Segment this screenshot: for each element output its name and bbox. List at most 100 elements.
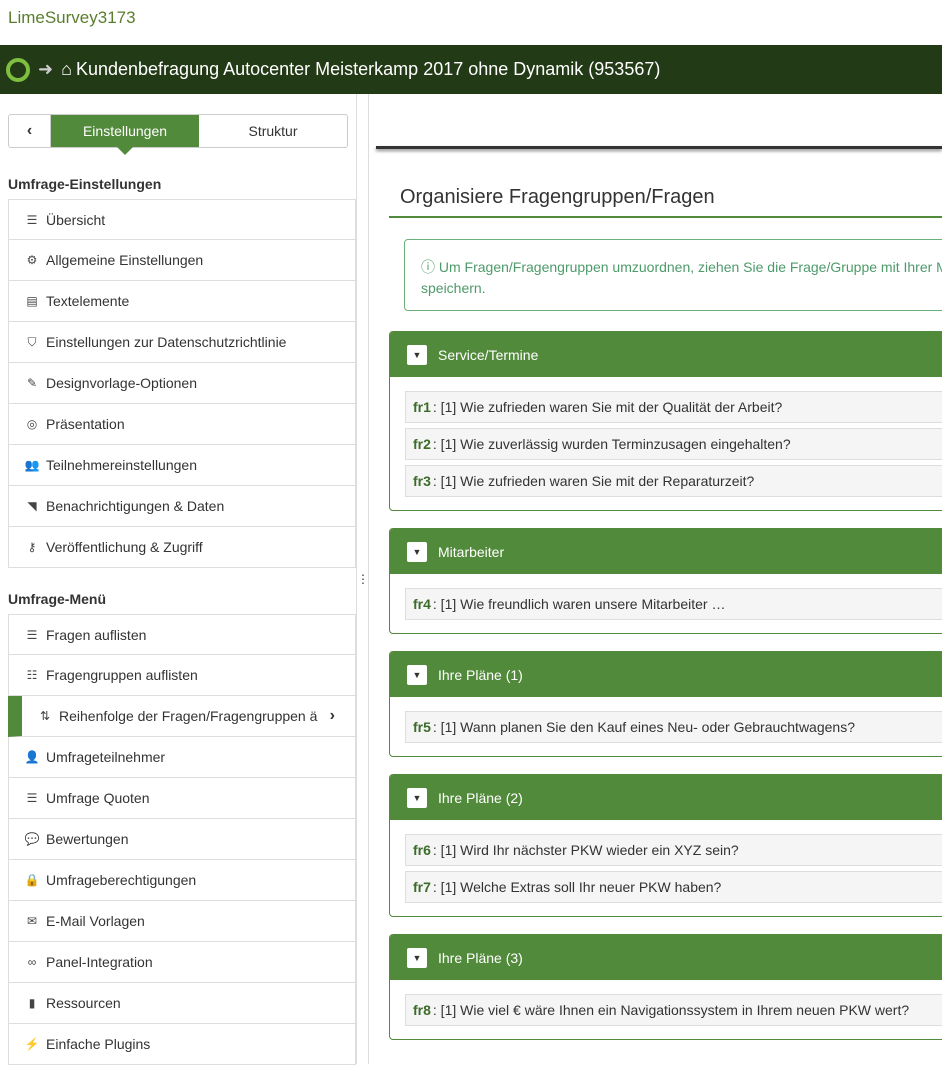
question-group[interactable]: ▼ Ihre Pläne (1) fr5: [1] Wann planen Sie … xyxy=(389,651,942,757)
toggle-group-button[interactable]: ▼ xyxy=(407,787,427,808)
group-body: fr1: [1] Wie zufrieden waren Sie mit der… xyxy=(390,377,942,510)
shield-icon: ⛉ xyxy=(27,334,37,349)
collapse-sidebar-button[interactable]: ‹ xyxy=(9,115,51,147)
question-item[interactable]: fr8: [1] Wie viel € wäre Ihnen ein Navig… xyxy=(405,994,942,1026)
question-code: fr4 xyxy=(413,596,431,612)
question-item[interactable]: fr3: [1] Wie zufrieden waren Sie mit der… xyxy=(405,465,942,497)
question-item[interactable]: fr7: [1] Welche Extras soll Ihr neuer PK… xyxy=(405,871,942,903)
group-header[interactable]: ▼ Mitarbeiter xyxy=(390,529,942,574)
question-group[interactable]: ▼ Ihre Pläne (2) fr6: [1] Wird Ihr nächste… xyxy=(389,774,942,917)
sidebar-item-label: Umfrage Quoten xyxy=(46,790,150,806)
question-item[interactable]: fr1: [1] Wie zufrieden waren Sie mit der… xyxy=(405,391,942,423)
page-title: Organisiere Fragengruppen/Fragen xyxy=(400,186,715,208)
question-code: fr7 xyxy=(413,879,431,895)
question-group[interactable]: ▼ Service/Termine fr1: [1] Wie zufrieden w… xyxy=(389,331,942,511)
chevron-right-icon[interactable]: › xyxy=(330,707,335,725)
sidebar-tabs: ‹ Einstellungen Struktur xyxy=(8,114,348,155)
sidebar-item-label: Ressourcen xyxy=(46,995,121,1011)
file-icon: ▮ xyxy=(28,996,36,1010)
question-item[interactable]: fr5: [1] Wann planen Sie den Kauf eines … xyxy=(405,711,942,743)
sidebar-item-umfrage-quoten[interactable]: ☰ Umfrage Quoten xyxy=(8,778,356,819)
sidebar-item-umfrageberechtigungen[interactable]: 🔒 Umfrageberechtigungen xyxy=(8,860,356,901)
sidebar-item-ressourcen[interactable]: ▮ Ressourcen xyxy=(8,983,356,1024)
section-heading: Umfrage-Menü xyxy=(8,591,107,607)
question-code: fr5 xyxy=(413,719,431,735)
sidebar-item-allgemeine-einstellungen[interactable]: ⚙ Allgemeine Einstellungen xyxy=(8,240,356,281)
toolbar-divider xyxy=(376,146,942,149)
question-text: : [1] Wann planen Sie den Kauf eines Neu… xyxy=(432,719,855,735)
sidebar-item-benachrichtigungen-daten[interactable]: ◥ Benachrichtigungen & Daten xyxy=(8,486,356,527)
sidebar-resize-handle[interactable]: ⋮ xyxy=(357,94,369,1064)
sidebar-item-label: Umfrageberechtigungen xyxy=(46,872,197,888)
sidebar-item-designvorlage-optionen[interactable]: ✎ Designvorlage-Optionen xyxy=(8,363,356,404)
toggle-group-button[interactable]: ▼ xyxy=(407,664,427,685)
survey-title[interactable]: Kundenbefragung Autocenter Meisterkamp 2… xyxy=(76,59,660,80)
eye-slash-icon: ◎ xyxy=(26,417,38,431)
limesurvey-logo-icon[interactable] xyxy=(6,57,30,82)
gears-icon: ⚙ xyxy=(26,253,38,267)
top-bar: ➜ ⌂ Kundenbefragung Autocenter Meisterka… xyxy=(0,45,942,94)
question-item[interactable]: fr6: [1] Wird Ihr nächster PKW wieder ei… xyxy=(405,834,942,866)
sidebar-item-label: Designvorlage-Optionen xyxy=(46,375,197,391)
paintbrush-icon: ✎ xyxy=(26,376,38,390)
envelope-icon: ✉ xyxy=(26,914,38,928)
sidebar-item-label: Panel-Integration xyxy=(46,954,153,970)
sidebar-item-textelemente[interactable]: ▤ Textelemente xyxy=(8,281,356,322)
question-code: fr3 xyxy=(413,473,431,489)
group-header[interactable]: ▼ Ihre Pläne (3) xyxy=(390,935,942,980)
sidebar-item-übersicht[interactable]: ☰ Übersicht xyxy=(8,199,356,240)
toggle-group-button[interactable]: ▼ xyxy=(407,541,427,562)
sidebar-item-fragen-auflisten[interactable]: ☰ Fragen auflisten xyxy=(8,614,356,655)
question-text: : [1] Welche Extras soll Ihr neuer PKW h… xyxy=(432,879,722,895)
group-header[interactable]: ▼ Ihre Pläne (1) xyxy=(390,652,942,697)
sidebar-item-label: E-Mail Vorlagen xyxy=(46,913,145,929)
app-title[interactable]: LimeSurvey3173 xyxy=(8,8,136,28)
sidebar-item-einstellungen-zur-datenschutzrichtlinie[interactable]: ⛉ Einstellungen zur Datenschutzrichtlinie xyxy=(8,322,356,363)
question-text: : [1] Wie viel € wäre Ihnen ein Navigati… xyxy=(432,1002,910,1018)
link-icon: ∞ xyxy=(27,955,37,969)
toggle-group-button[interactable]: ▼ xyxy=(407,947,427,968)
group-body: fr6: [1] Wird Ihr nächster PKW wieder ei… xyxy=(390,820,942,916)
sidebar-item-umfrageteilnehmer[interactable]: 👤 Umfrageteilnehmer xyxy=(8,737,356,778)
group-name: Service/Termine xyxy=(438,346,539,363)
survey-menu: ☰ Fragen auflisten ☷ Fragengruppen aufliste… xyxy=(8,614,356,1065)
group-body: fr4: [1] Wie freundlich waren unsere Mit… xyxy=(390,574,942,633)
sidebar-item-e-mail-vorlagen[interactable]: ✉ E-Mail Vorlagen xyxy=(8,901,356,942)
sidebar-item-label: Übersicht xyxy=(46,211,106,228)
sidebar-item-label: Fragen auflisten xyxy=(46,626,147,643)
group-header[interactable]: ▼ Service/Termine xyxy=(390,332,942,377)
sidebar-item-teilnehmereinstellungen[interactable]: 👥 Teilnehmereinstellungen xyxy=(8,445,356,486)
sidebar-item-label: Reihenfolge der Fragen/Fragengruppen ä xyxy=(59,708,318,724)
question-group[interactable]: ▼ Ihre Pläne (3) fr8: [1] Wie viel € wäre … xyxy=(389,934,942,1040)
group-name: Ihre Pläne (3) xyxy=(438,949,523,966)
group-name: Ihre Pläne (1) xyxy=(438,666,523,683)
toggle-group-button[interactable]: ▼ xyxy=(407,344,427,365)
sidebar-item-label: Umfrageteilnehmer xyxy=(46,749,166,765)
home-icon[interactable]: ⌂ xyxy=(61,59,72,80)
sidebar-item-reihenfolge-der-fragen-fragengruppen-ä[interactable]: ⇅ Reihenfolge der Fragen/Fragengruppen ä › xyxy=(8,696,356,737)
sidebar-item-label: Fragengruppen auflisten xyxy=(46,667,198,683)
sidebar-item-fragengruppen-auflisten[interactable]: ☷ Fragengruppen auflisten xyxy=(8,655,356,696)
sidebar-item-label: Bewertungen xyxy=(46,831,129,847)
sidebar-item-bewertungen[interactable]: 💬 Bewertungen xyxy=(8,819,356,860)
tab-einstellungen[interactable]: Einstellungen xyxy=(51,115,199,155)
sidebar-item-präsentation[interactable]: ◎ Präsentation xyxy=(8,404,356,445)
sidebar-item-panel-integration[interactable]: ∞ Panel-Integration xyxy=(8,942,356,983)
question-item[interactable]: fr2: [1] Wie zuverlässig wurden Terminzu… xyxy=(405,428,942,460)
group-name: Ihre Pläne (2) xyxy=(438,789,523,806)
group-header[interactable]: ▼ Ihre Pläne (2) xyxy=(390,775,942,820)
sidebar-item-einfache-plugins[interactable]: ⚡ Einfache Plugins xyxy=(8,1024,356,1065)
key-icon: ⚷ xyxy=(27,540,37,554)
group-name: Mitarbeiter xyxy=(438,543,505,560)
sidebar-item-label: Allgemeine Einstellungen xyxy=(46,252,204,268)
question-text: : [1] Wird Ihr nächster PKW wieder ein X… xyxy=(432,842,739,858)
question-code: fr1 xyxy=(413,399,431,415)
list-icon: ☰ xyxy=(26,627,38,642)
question-item[interactable]: fr4: [1] Wie freundlich waren unsere Mit… xyxy=(405,588,942,620)
file-text-icon: ▤ xyxy=(26,294,38,308)
sidebar-item-label: Teilnehmereinstellungen xyxy=(46,457,197,473)
question-group[interactable]: ▼ Mitarbeiter fr4: [1] Wie freundlich ware… xyxy=(389,528,942,634)
sidebar-item-veröffentlichung-zugriff[interactable]: ⚷ Veröffentlichung & Zugriff xyxy=(8,527,356,568)
tab-struktur[interactable]: Struktur xyxy=(199,115,347,147)
main-content: Organisiere Fragengruppen/Fragen ⓘ Um Fr… xyxy=(370,94,942,1064)
